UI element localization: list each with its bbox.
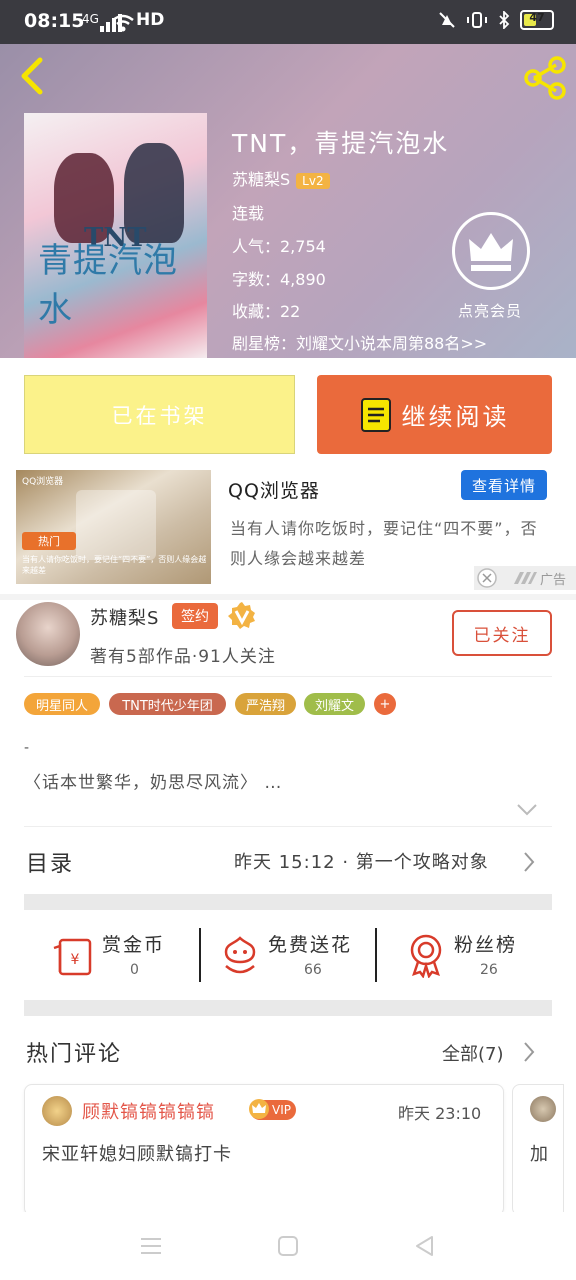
signed-badge: 签约 bbox=[172, 603, 218, 629]
fan-ranking-button[interactable]: 粉丝榜 26 bbox=[404, 928, 544, 984]
divider bbox=[375, 928, 377, 982]
reward-coins-button[interactable]: ¥ 赏金币 0 bbox=[50, 928, 190, 984]
bluetooth-icon bbox=[499, 11, 510, 29]
book-intro[interactable]: 〈话本世繁华，奶思尽风流〉 … bbox=[24, 768, 282, 793]
ad-tag-label: 广告 bbox=[540, 573, 567, 588]
divider bbox=[24, 826, 552, 827]
tag-chip[interactable]: 明星同人 bbox=[24, 693, 100, 715]
battery-icon: 47 bbox=[520, 10, 554, 30]
medal-icon bbox=[410, 934, 442, 978]
hot-comments-title: 热门评论 bbox=[26, 1042, 123, 1067]
fan-ranking-count: 26 bbox=[480, 962, 498, 978]
book-ranking[interactable]: 剧星榜：刘耀文小说本周第88名>> bbox=[232, 330, 487, 354]
continue-reading-button[interactable]: 继续阅读 bbox=[317, 375, 552, 454]
vibrate-icon bbox=[467, 12, 487, 28]
author-name[interactable]: 苏糖梨S bbox=[90, 604, 159, 630]
system-nav-bar bbox=[0, 1212, 576, 1280]
crown-icon bbox=[249, 1099, 269, 1119]
toc-latest-chapter[interactable]: 昨天 15:12 · 第一个攻略对象 bbox=[234, 848, 489, 874]
ad-image-glasses bbox=[76, 490, 156, 560]
comment-text: 宋亚轩媳妇顾默镐打卡 bbox=[42, 1144, 232, 1165]
back-arrow-icon[interactable] bbox=[14, 56, 54, 96]
mute-icon bbox=[439, 12, 455, 28]
book-author[interactable]: 苏糖梨S bbox=[232, 170, 290, 189]
commenter-avatar[interactable] bbox=[530, 1096, 556, 1122]
menu-icon[interactable] bbox=[140, 1236, 162, 1256]
book-author-row[interactable]: 苏糖梨S Lv2 bbox=[232, 166, 330, 190]
commenter-avatar[interactable] bbox=[42, 1096, 72, 1126]
fan-ranking-label: 粉丝榜 bbox=[454, 934, 518, 956]
book-title: TNT，青提汽泡水 bbox=[232, 129, 450, 158]
vip-label[interactable]: 点亮会员 bbox=[458, 300, 522, 321]
flower-icon bbox=[224, 936, 256, 974]
divider bbox=[24, 676, 552, 677]
tag-chip[interactable]: 严浩翔 bbox=[235, 693, 296, 715]
book-icon bbox=[360, 397, 391, 432]
reward-flower-count: 66 bbox=[304, 962, 322, 978]
tag-chip[interactable]: 刘耀文 bbox=[304, 693, 365, 715]
follow-button[interactable]: 已关注 bbox=[452, 610, 552, 656]
ad-image[interactable]: QQ浏览器 热门 当有人请你吃饭时，要记住“四不要”，否则人缘会越来越差 bbox=[16, 470, 211, 584]
vip-badge: VIP bbox=[249, 1099, 296, 1120]
section-separator bbox=[24, 1000, 552, 1016]
book-cover[interactable]: TNT 青提汽泡水 bbox=[24, 113, 207, 358]
all-comments-link[interactable]: 全部(7) bbox=[442, 1040, 504, 1066]
status-time: 08:15 bbox=[24, 10, 85, 32]
vip-crown-button[interactable] bbox=[452, 212, 530, 290]
ad-hot-badge: 热门 bbox=[22, 532, 76, 550]
ad-logo-icon bbox=[514, 572, 537, 584]
wifi-icon bbox=[112, 14, 134, 32]
chevron-right-icon[interactable] bbox=[522, 1041, 536, 1063]
book-popularity: 人气：2,754 bbox=[232, 237, 326, 256]
ad-close-icon[interactable] bbox=[476, 567, 498, 589]
book-status: 连载 bbox=[232, 204, 265, 223]
reward-flower-label: 免费送花 bbox=[268, 934, 353, 956]
comment-time: 昨天 23:10 bbox=[398, 1104, 482, 1123]
ad-tag: 广告 bbox=[474, 566, 576, 590]
reward-flower-button[interactable]: 免费送花 66 bbox=[216, 928, 366, 984]
intro-dash: - bbox=[24, 740, 30, 756]
section-separator bbox=[24, 894, 552, 910]
reward-coins-count: 0 bbox=[130, 962, 139, 978]
chevron-right-icon[interactable] bbox=[522, 851, 536, 873]
ad-image-brand: QQ浏览器 bbox=[22, 477, 64, 487]
reward-coins-label: 赏金币 bbox=[102, 934, 166, 956]
crown-icon bbox=[469, 233, 513, 271]
chevron-down-icon[interactable] bbox=[516, 802, 538, 818]
ad-image-caption: 当有人请你吃饭时，要记住“四不要”，否则人缘会越来越差 bbox=[22, 555, 207, 575]
book-favorites: 收藏：22 bbox=[232, 302, 301, 321]
divider bbox=[0, 594, 576, 600]
network-label: HD bbox=[136, 10, 165, 30]
ad-title[interactable]: QQ浏览器 bbox=[228, 476, 320, 503]
verified-v-icon bbox=[228, 602, 255, 629]
tag-chip[interactable]: TNT时代少年团 bbox=[109, 693, 226, 715]
divider bbox=[199, 928, 201, 982]
author-level-badge: Lv2 bbox=[296, 172, 330, 189]
toc-label[interactable]: 目录 bbox=[26, 846, 74, 878]
tag-more-button[interactable]: + bbox=[374, 693, 396, 715]
signal-label: 4G bbox=[82, 12, 99, 26]
book-word-count: 字数：4,890 bbox=[232, 270, 326, 289]
share-icon[interactable] bbox=[522, 56, 568, 100]
money-envelope-icon: ¥ bbox=[53, 938, 92, 976]
comment-text: 加 bbox=[530, 1144, 548, 1165]
continue-reading-label: 继续阅读 bbox=[401, 403, 510, 431]
commenter-name[interactable]: 顾默镐镐镐镐镐 bbox=[82, 1098, 215, 1124]
status-bar: 08:15 4G HD 47 bbox=[0, 0, 576, 44]
cover-title-text: 青提汽泡水 bbox=[38, 241, 178, 330]
home-icon[interactable] bbox=[277, 1235, 299, 1257]
ad-description[interactable]: 当有人请你吃饭时，要记住“四不要”，否则人缘会越来越差 bbox=[230, 514, 540, 574]
author-avatar[interactable] bbox=[16, 602, 80, 666]
back-nav-icon[interactable] bbox=[413, 1234, 435, 1258]
svg-text:¥: ¥ bbox=[71, 952, 80, 968]
author-stats: 著有5部作品·91人关注 bbox=[90, 647, 276, 667]
ad-details-button[interactable]: 查看详情 bbox=[461, 470, 547, 500]
vip-badge-label: VIP bbox=[272, 1103, 291, 1117]
on-shelf-button[interactable]: 已在书架 bbox=[24, 375, 295, 454]
status-right: 47 bbox=[438, 10, 554, 30]
